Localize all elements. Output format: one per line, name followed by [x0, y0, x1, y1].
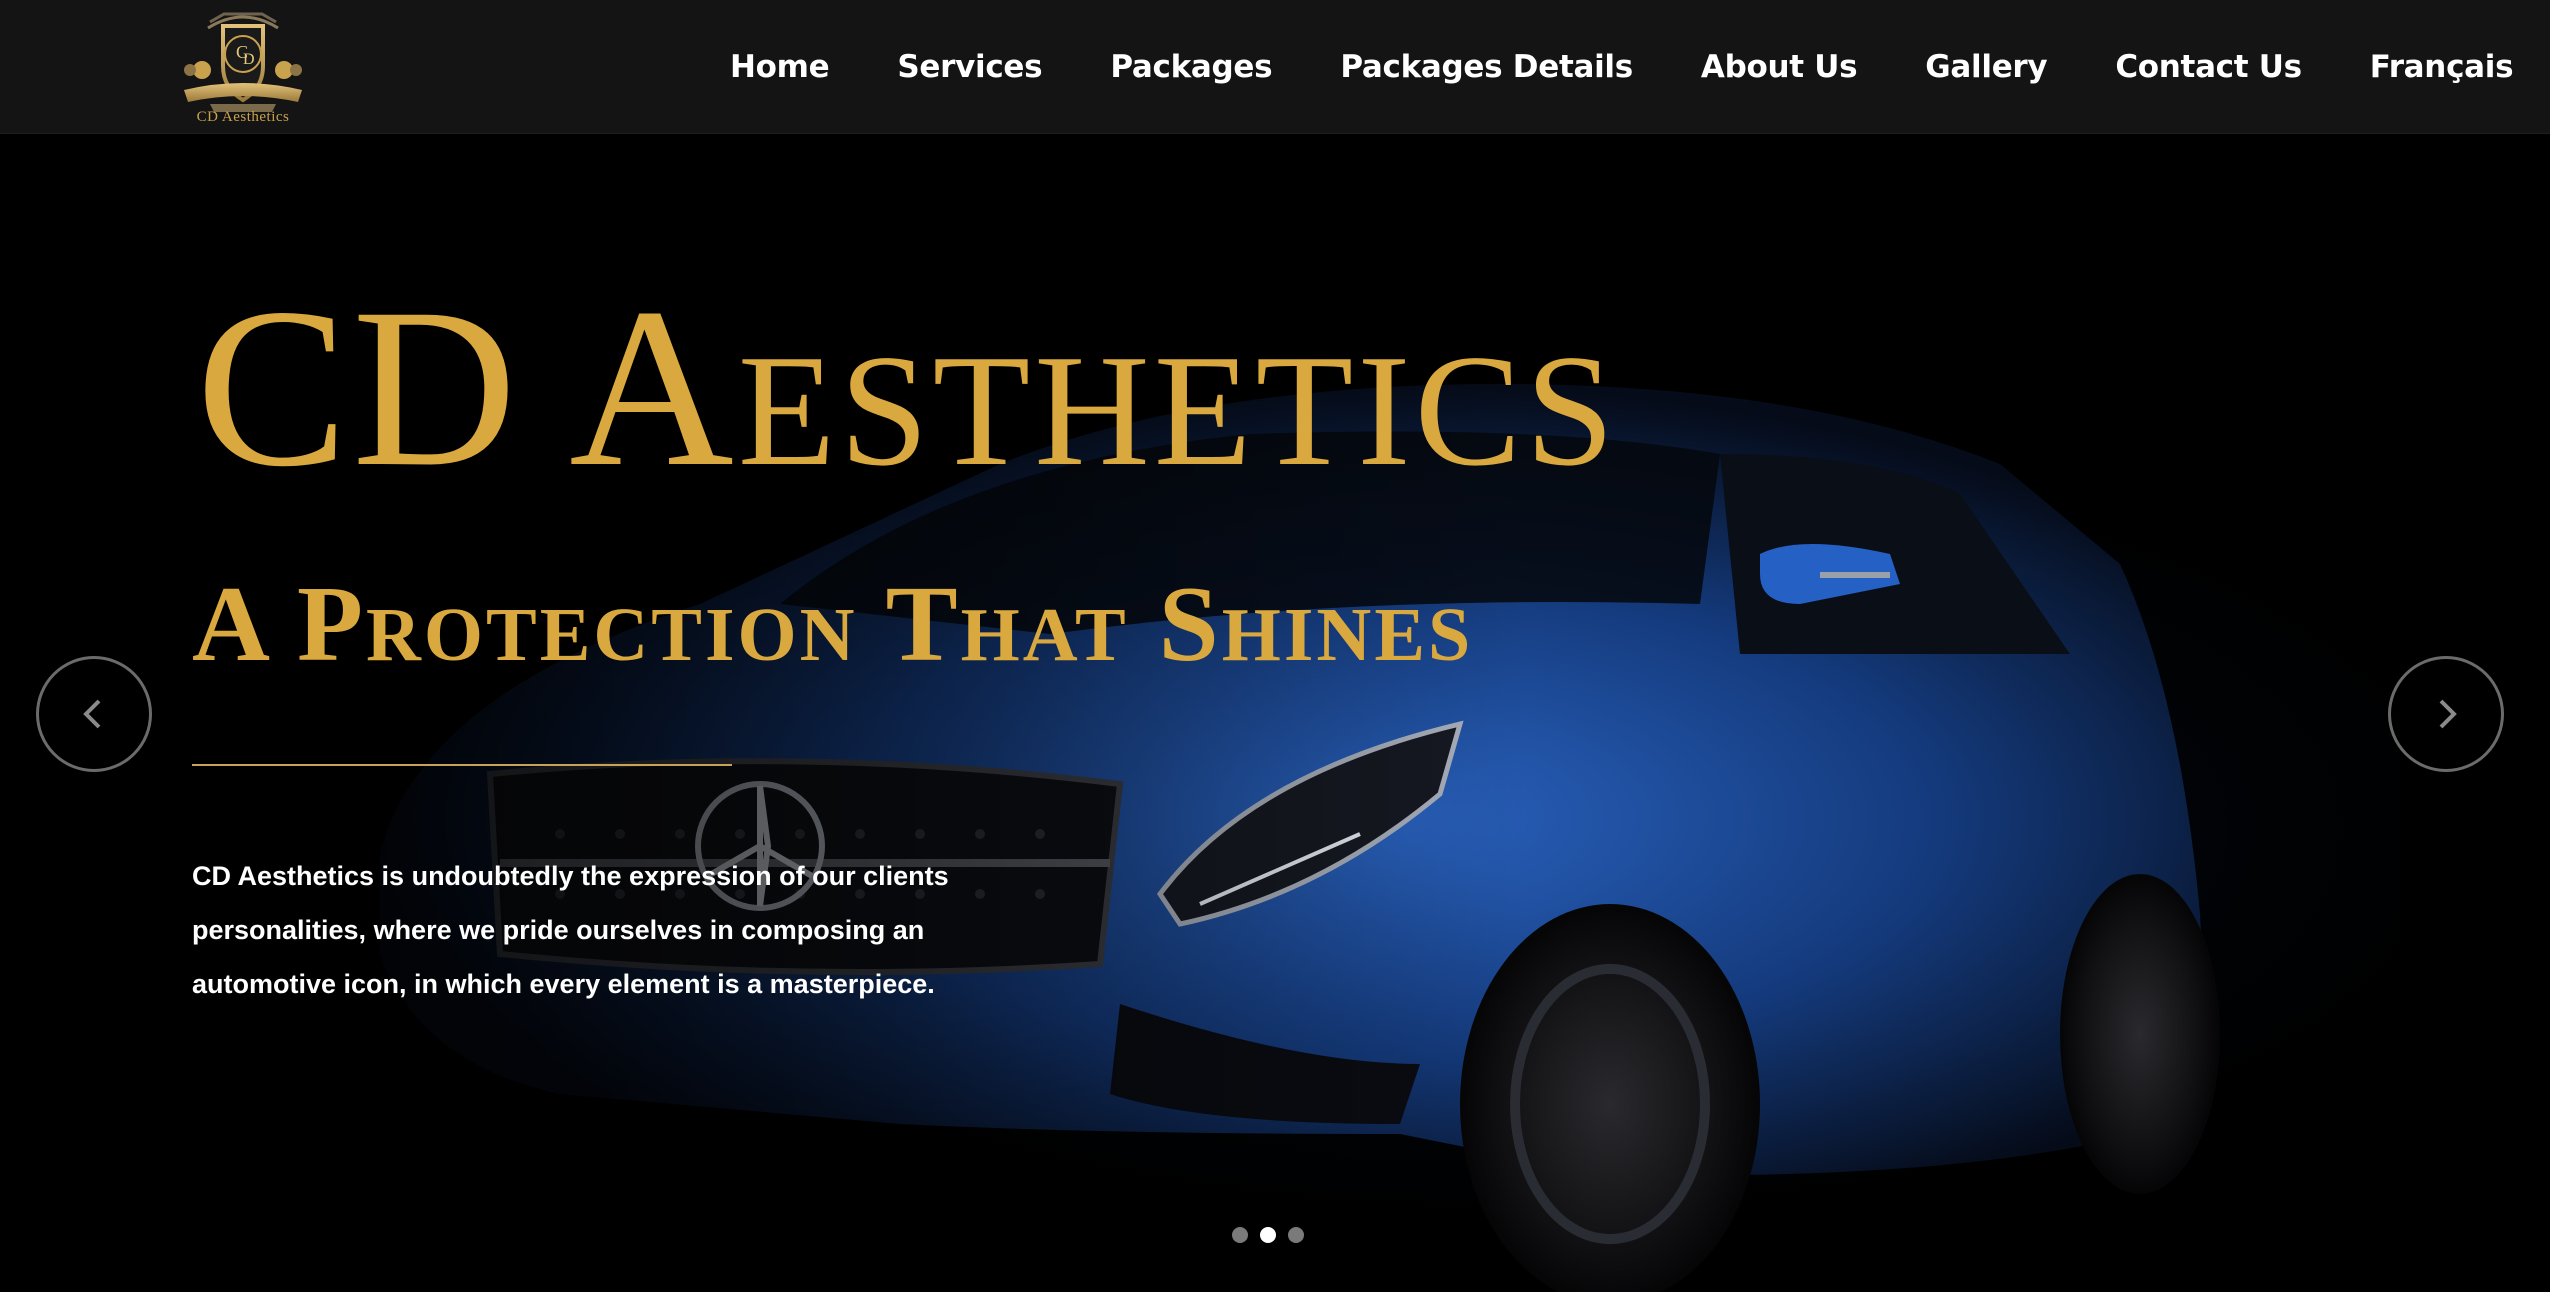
main-nav: Home Services Packages Packages Details …	[730, 0, 2514, 134]
nav-contact-us[interactable]: Contact Us	[2115, 49, 2302, 85]
nav-gallery[interactable]: Gallery	[1925, 49, 2047, 85]
hero-subtitle: A Protection That Shines	[192, 565, 1474, 684]
slide-dot-2-active[interactable]	[1260, 1227, 1276, 1243]
hero-divider	[192, 764, 732, 766]
page: C D CD Aesthetics Home Services Packages…	[0, 0, 2550, 1292]
chevron-left-icon	[83, 699, 101, 729]
svg-text:D: D	[243, 51, 255, 68]
nav-packages[interactable]: Packages	[1110, 49, 1272, 85]
nav-packages-details[interactable]: Packages Details	[1340, 49, 1633, 85]
nav-services[interactable]: Services	[897, 49, 1042, 85]
nav-language-francais[interactable]: Français	[2370, 49, 2514, 85]
nav-about-us[interactable]: About Us	[1701, 49, 1858, 85]
slide-dot-3[interactable]	[1288, 1227, 1304, 1243]
nav-home[interactable]: Home	[730, 49, 830, 85]
hero-description: CD Aesthetics is undoubtedly the express…	[192, 861, 949, 999]
slide-dot-1[interactable]	[1232, 1227, 1248, 1243]
site-header: C D CD Aesthetics Home Services Packages…	[0, 0, 2550, 134]
chevron-right-icon	[2439, 699, 2457, 729]
slider-next-button[interactable]	[2388, 656, 2504, 772]
hero-slider: CD Aesthetics A Protection That Shines C…	[0, 134, 2550, 1292]
slider-prev-button[interactable]	[36, 656, 152, 772]
slider-pagination	[1232, 1227, 1316, 1243]
logo-text: CD Aesthetics	[196, 109, 290, 125]
hero-title: CD Aesthetics	[196, 262, 1619, 514]
